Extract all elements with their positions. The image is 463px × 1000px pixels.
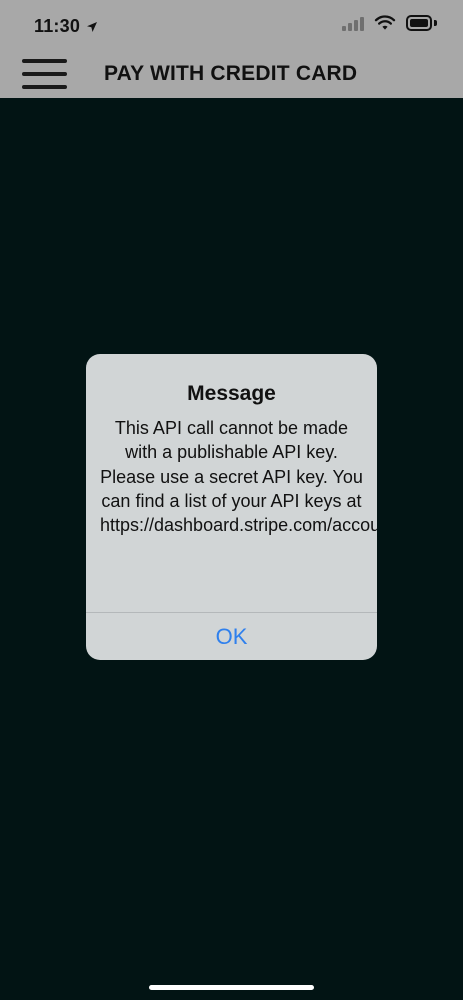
battery-icon <box>406 15 437 31</box>
dialog-title: Message <box>187 382 276 405</box>
location-arrow-icon <box>87 22 98 32</box>
top-bar: 11:30 PAY WITH CREDIT CARD <box>0 0 463 98</box>
ok-button[interactable]: OK <box>86 613 377 660</box>
home-indicator[interactable] <box>149 985 314 990</box>
hamburger-menu-icon[interactable] <box>22 56 67 90</box>
status-time: 11:30 <box>34 14 98 38</box>
cellular-signal-icon <box>342 15 364 31</box>
alert-dialog: Message This API call cannot be made wit… <box>86 354 377 660</box>
status-icons <box>342 15 437 31</box>
page-title: PAY WITH CREDIT CARD <box>104 62 358 85</box>
dialog-message: This API call cannot be made with a publ… <box>100 418 377 536</box>
wifi-icon <box>374 15 396 30</box>
status-time-text: 11:30 <box>34 16 81 36</box>
